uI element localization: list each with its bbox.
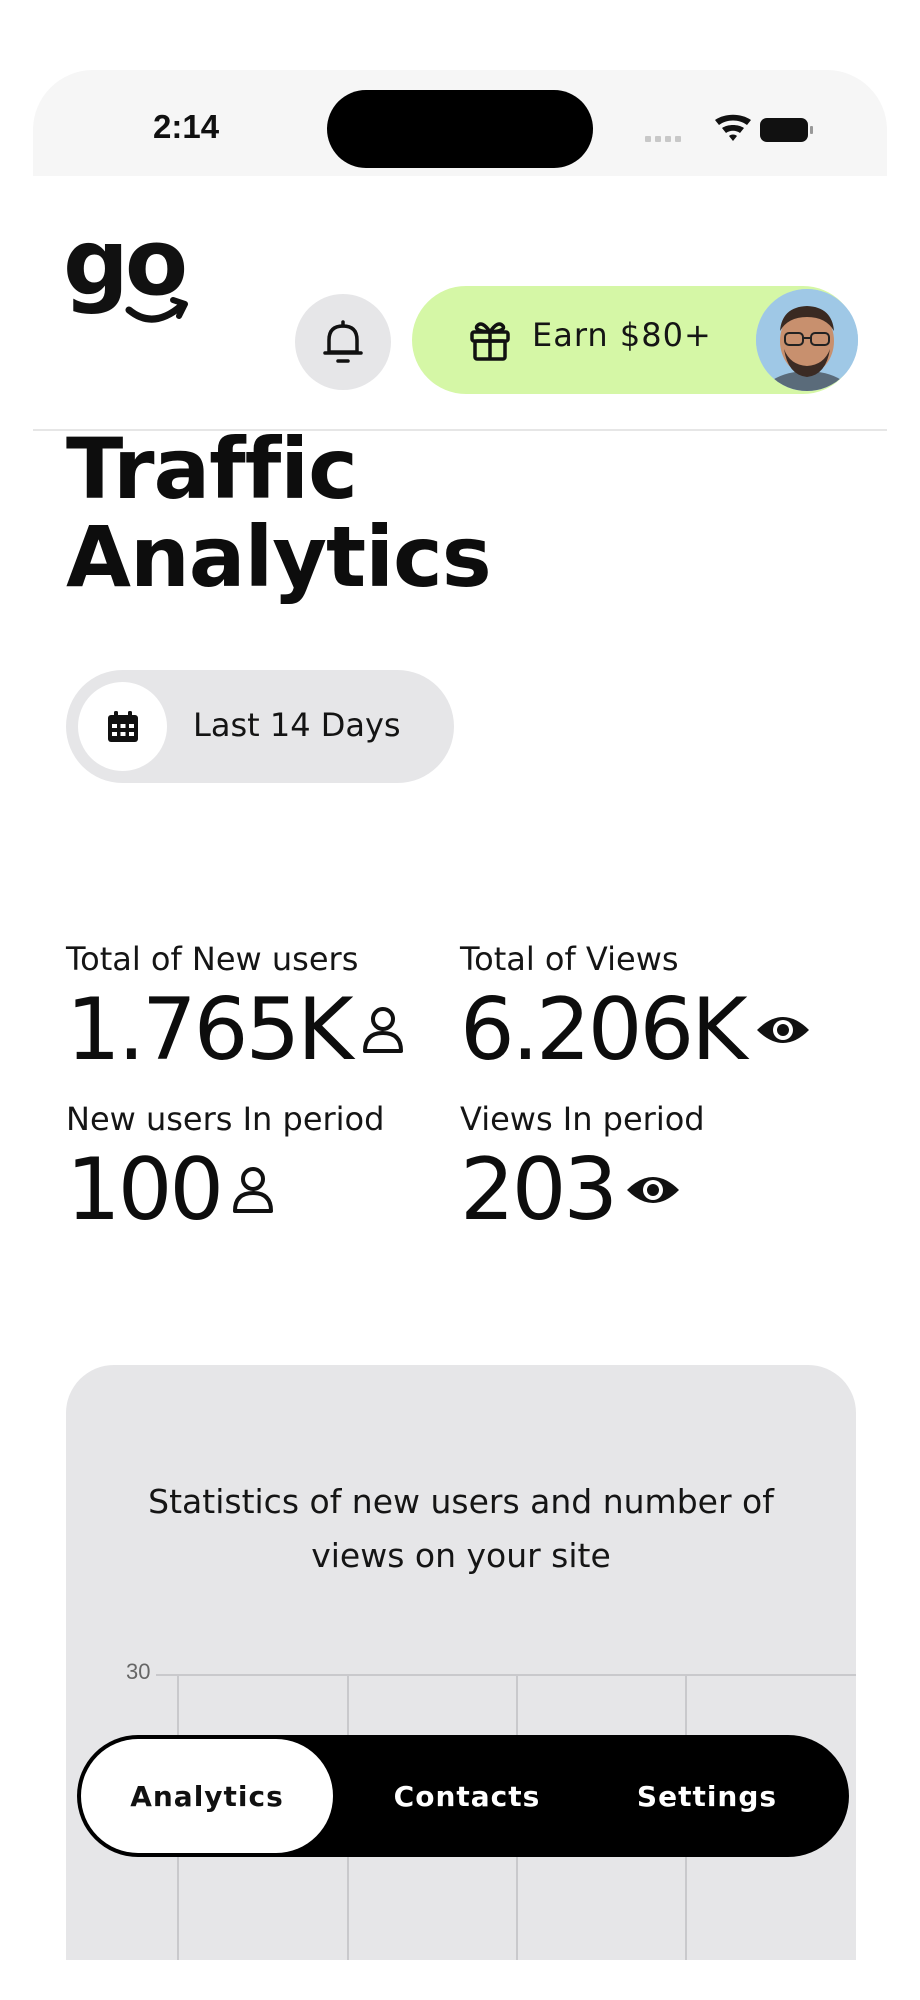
date-range-label: Last 14 Days bbox=[193, 706, 401, 744]
status-time: 2:14 bbox=[153, 108, 220, 145]
page-title-line-2: Analytics bbox=[66, 508, 492, 606]
page-title: Traffic Analytics bbox=[66, 425, 766, 601]
status-icons bbox=[645, 114, 813, 142]
stat-value: 203 bbox=[460, 1140, 618, 1240]
go-logo[interactable]: go bbox=[63, 226, 195, 336]
calendar-icon-wrap bbox=[78, 682, 167, 771]
avatar-photo bbox=[756, 289, 858, 391]
user-avatar[interactable] bbox=[756, 289, 858, 391]
eye-icon bbox=[755, 1012, 811, 1048]
svg-text:go: go bbox=[63, 226, 185, 316]
stat-label: New users In period bbox=[66, 1100, 385, 1138]
app-header: go Earn $80+ bbox=[33, 176, 887, 431]
stat-value: 6.206K bbox=[460, 980, 748, 1080]
stat-label: Total of New users bbox=[66, 940, 359, 978]
wifi-icon bbox=[715, 114, 751, 141]
bell-icon bbox=[323, 320, 363, 363]
phone-screen: 2:14 go Earn $80+ Traffic Analytics Last… bbox=[33, 70, 887, 1960]
cellular-signal-icon bbox=[645, 136, 681, 142]
tab-contacts[interactable]: Contacts bbox=[347, 1735, 587, 1857]
calendar-icon bbox=[107, 710, 138, 742]
battery-icon bbox=[760, 118, 813, 142]
stat-new-users-period: New users In period 100 bbox=[66, 1100, 384, 1238]
tab-settings[interactable]: Settings bbox=[587, 1735, 827, 1857]
gift-icon bbox=[470, 322, 510, 361]
stat-label: Total of Views bbox=[460, 940, 679, 978]
earn-label: Earn $80+ bbox=[532, 316, 712, 354]
tab-analytics[interactable]: Analytics bbox=[81, 1739, 333, 1853]
statistics-card: Statistics of new users and number of vi… bbox=[66, 1365, 856, 1960]
stat-value: 100 bbox=[66, 1140, 224, 1240]
stat-label: Views In period bbox=[460, 1100, 705, 1138]
y-tick-label: 30 bbox=[126, 1659, 150, 1684]
earn-referral-button[interactable]: Earn $80+ bbox=[412, 286, 858, 394]
user-icon bbox=[361, 1005, 405, 1055]
stat-views-period: Views In period 203 bbox=[460, 1100, 705, 1238]
bottom-tab-bar: Analytics Contacts Settings bbox=[77, 1735, 849, 1857]
stat-total-views: Total of Views 6.206K bbox=[460, 940, 811, 1078]
notifications-button[interactable] bbox=[295, 294, 391, 390]
statistics-card-title: Statistics of new users and number of vi… bbox=[148, 1482, 774, 1575]
eye-icon bbox=[625, 1172, 681, 1208]
status-bar: 2:14 bbox=[33, 70, 887, 176]
stat-value: 1.765K bbox=[66, 980, 354, 1080]
dynamic-island bbox=[327, 90, 593, 168]
stat-total-new-users: Total of New users 1.765K bbox=[66, 940, 405, 1078]
date-range-selector[interactable]: Last 14 Days bbox=[66, 670, 454, 783]
user-icon bbox=[231, 1165, 275, 1215]
page-title-line-1: Traffic bbox=[66, 420, 358, 518]
